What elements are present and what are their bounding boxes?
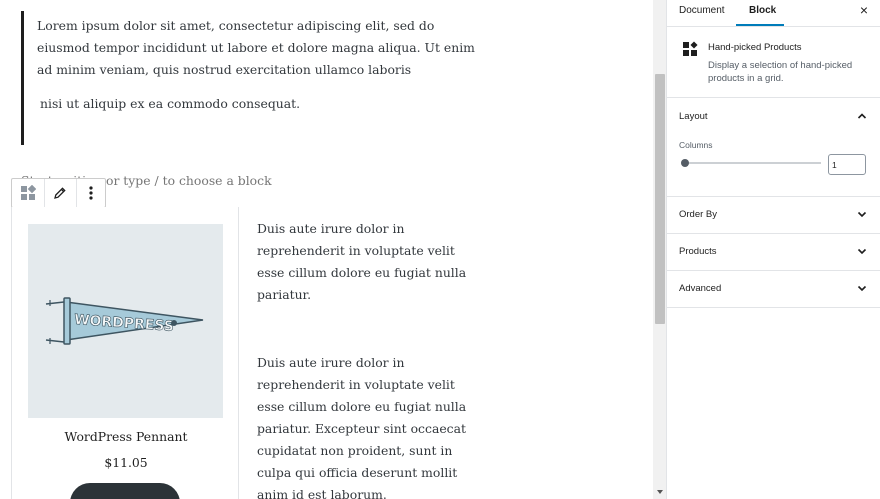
columns-label: Columns bbox=[679, 140, 713, 150]
quote-paragraph-2[interactable]: nisi ut aliquip ex ea commodo consequat. bbox=[40, 93, 480, 115]
sidebar-tabs: Document Block × bbox=[667, 0, 880, 27]
hand-picked-products-icon bbox=[683, 41, 698, 56]
scrollbar-thumb[interactable] bbox=[655, 74, 665, 324]
editor-scrollbar[interactable] bbox=[653, 0, 667, 499]
block-type-button[interactable] bbox=[12, 179, 45, 207]
more-options-button[interactable] bbox=[77, 179, 105, 207]
panel-order-by-title[interactable]: Order By bbox=[679, 209, 717, 220]
more-options-icon bbox=[89, 186, 93, 200]
close-icon[interactable]: × bbox=[857, 2, 871, 18]
panel-layout: Layout Columns bbox=[667, 98, 880, 197]
block-card: Hand-picked Products Display a selection… bbox=[667, 27, 880, 98]
editor-canvas[interactable]: Lorem ipsum dolor sit amet, consectetur … bbox=[0, 0, 653, 499]
columns-range-track[interactable] bbox=[686, 162, 821, 164]
product-image[interactable]: WORDPRESS bbox=[28, 224, 223, 418]
panel-advanced[interactable]: Advanced bbox=[667, 271, 880, 308]
chevron-down-icon[interactable] bbox=[857, 283, 867, 293]
chevron-up-icon[interactable] bbox=[857, 111, 867, 121]
panel-order-by[interactable]: Order By bbox=[667, 197, 880, 234]
tab-block[interactable]: Block bbox=[749, 5, 776, 16]
scroll-down-icon[interactable] bbox=[657, 490, 663, 494]
chevron-down-icon[interactable] bbox=[857, 246, 867, 256]
active-tab-indicator bbox=[736, 24, 784, 26]
block-name: Hand-picked Products bbox=[708, 42, 802, 53]
product-price: $11.05 bbox=[104, 455, 148, 470]
edit-icon bbox=[54, 187, 67, 199]
chevron-down-icon[interactable] bbox=[857, 209, 867, 219]
columns-number-input[interactable] bbox=[828, 154, 866, 175]
quote-block[interactable]: Lorem ipsum dolor sit amet, consectetur … bbox=[21, 11, 481, 145]
tab-document[interactable]: Document bbox=[679, 5, 725, 16]
panel-layout-title[interactable]: Layout bbox=[679, 111, 708, 122]
block-type-icon bbox=[20, 185, 36, 200]
edit-button[interactable] bbox=[45, 179, 78, 207]
add-to-cart-button[interactable] bbox=[70, 483, 180, 499]
columns-range-thumb[interactable] bbox=[681, 159, 689, 167]
product-card[interactable]: WORDPRESS WordPress Pennant $11.05 bbox=[11, 207, 239, 499]
panel-products[interactable]: Products bbox=[667, 234, 880, 271]
paragraph-block-1[interactable]: Duis aute irure dolor in reprehenderit i… bbox=[257, 218, 467, 306]
block-description: Display a selection of hand-picked produ… bbox=[708, 60, 853, 84]
panel-advanced-title[interactable]: Advanced bbox=[679, 283, 721, 294]
settings-sidebar: Document Block × Hand-picked Products Di… bbox=[667, 0, 880, 499]
product-title[interactable]: WordPress Pennant bbox=[12, 429, 240, 444]
paragraph-block-2[interactable]: Duis aute irure dolor in reprehenderit i… bbox=[257, 352, 467, 499]
panel-products-title[interactable]: Products bbox=[679, 246, 717, 257]
pennant-image: WORDPRESS bbox=[45, 297, 204, 345]
quote-paragraph-1[interactable]: Lorem ipsum dolor sit amet, consectetur … bbox=[37, 15, 477, 81]
block-toolbar bbox=[11, 178, 106, 208]
